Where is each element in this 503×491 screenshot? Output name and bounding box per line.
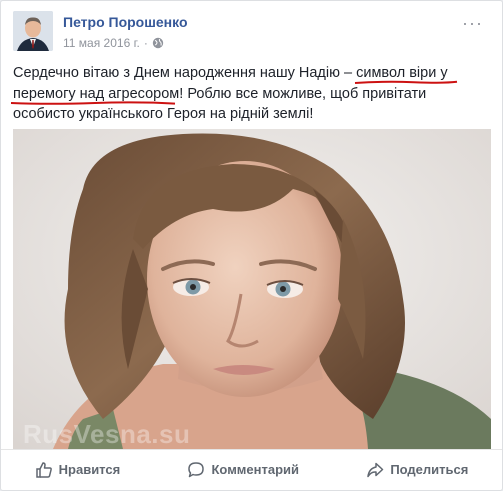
- share-label: Поделиться: [390, 462, 469, 477]
- post-card: Петро Порошенко 11 мая 2016 г. · ··· Сер…: [0, 0, 503, 491]
- share-icon: [367, 462, 384, 477]
- author-name[interactable]: Петро Порошенко: [63, 14, 188, 30]
- watermark: RusVesna.su: [23, 419, 191, 449]
- comment-icon: [188, 461, 205, 477]
- post-text: Сердечно вітаю з Днем народження нашу На…: [10, 63, 491, 125]
- post-header: Петро Порошенко 11 мая 2016 г. · ···: [13, 11, 483, 55]
- comment-button[interactable]: Комментарий: [179, 455, 307, 485]
- like-button[interactable]: Нравится: [27, 455, 129, 485]
- avatar[interactable]: [13, 11, 53, 51]
- post-text-part-1: Сердечно вітаю з Днем народження нашу На…: [13, 65, 357, 81]
- meta-separator: ·: [143, 36, 148, 50]
- post-date[interactable]: 11 мая 2016 г.: [63, 36, 140, 50]
- like-label: Нравится: [58, 462, 121, 477]
- underlined-phrase-2: перемогу над агресором: [10, 86, 179, 105]
- red-underline-1: [355, 80, 458, 84]
- globe-icon[interactable]: [152, 37, 164, 49]
- action-bar: Нравится Комментарий Поделиться: [1, 449, 502, 489]
- post-photo[interactable]: RusVesna.su: [13, 129, 491, 449]
- share-button[interactable]: Поделиться: [358, 455, 476, 485]
- thumbs-up-icon: [35, 461, 52, 478]
- red-underline-2: [10, 100, 176, 105]
- more-icon[interactable]: ···: [462, 13, 483, 34]
- post-meta: 11 мая 2016 г. ·: [63, 36, 164, 50]
- underlined-phrase-1: символ віри у: [355, 65, 458, 84]
- comment-label: Комментарий: [211, 462, 300, 477]
